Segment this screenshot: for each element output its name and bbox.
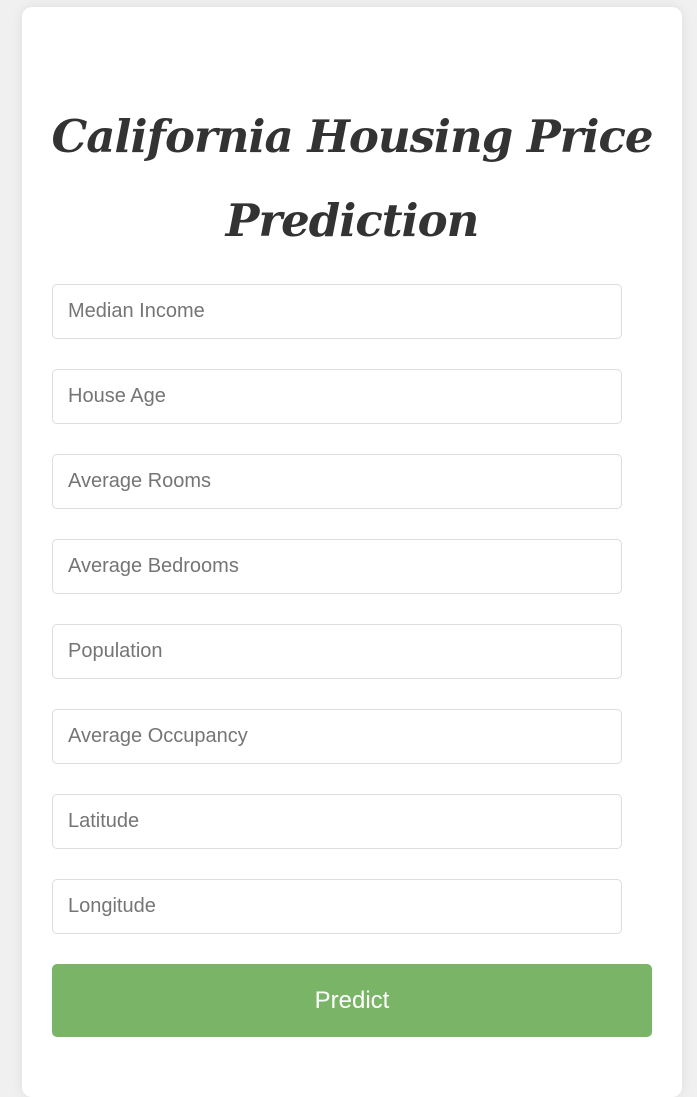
average-occupancy-input[interactable] [52, 709, 622, 764]
population-input[interactable] [52, 624, 622, 679]
median-income-input[interactable] [52, 284, 622, 339]
average-bedrooms-input[interactable] [52, 539, 622, 594]
predict-button[interactable]: Predict [52, 964, 652, 1037]
house-age-input[interactable] [52, 369, 622, 424]
prediction-form-card: California Housing Price Prediction Pred… [22, 7, 682, 1097]
average-rooms-input[interactable] [52, 454, 622, 509]
latitude-input[interactable] [52, 794, 622, 849]
page-title: California Housing Price Prediction [51, 110, 653, 247]
longitude-input[interactable] [52, 879, 622, 934]
